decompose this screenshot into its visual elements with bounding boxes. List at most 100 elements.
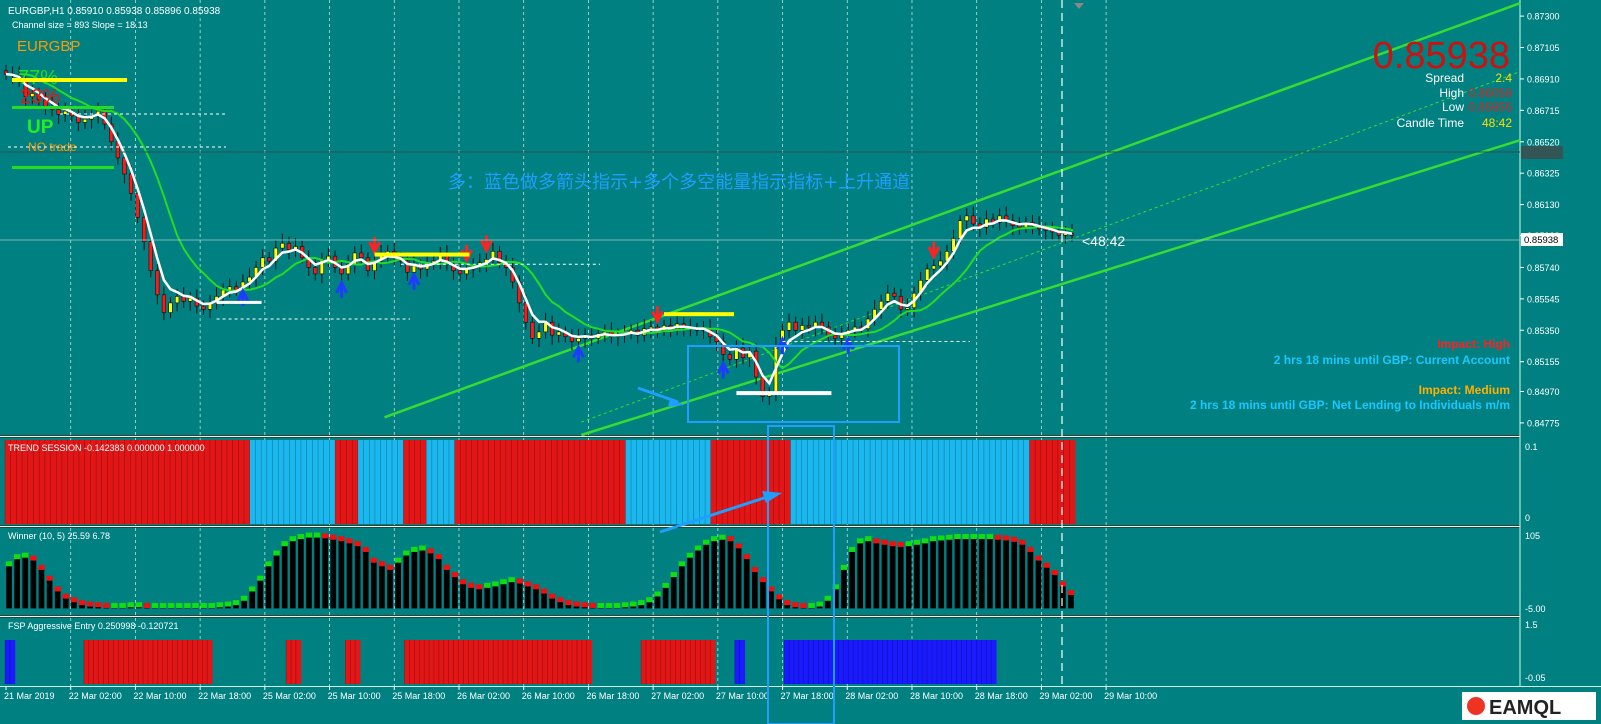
winner-cap	[986, 534, 994, 540]
fsp-bar	[961, 640, 967, 684]
trend-bar	[437, 440, 444, 524]
fsp-bar	[646, 640, 652, 684]
winner-cap	[70, 597, 78, 603]
candle-down	[135, 193, 140, 218]
trend-bar	[847, 440, 854, 524]
fsp-bar	[872, 640, 879, 684]
winner-cap	[954, 534, 961, 540]
trend-bar	[1069, 440, 1076, 524]
trend-bar	[705, 440, 712, 524]
fsp-bar	[133, 640, 139, 684]
trend-bar	[636, 440, 643, 524]
winner-cap	[532, 584, 540, 590]
fsp-bar	[138, 640, 144, 684]
candle-time-label: Candle Time	[1397, 116, 1465, 130]
chart-canvas[interactable]: 0.87300 0.87105 0.86910 0.86715 0.86520 0.863…	[0, 0, 1601, 724]
trend-bar	[232, 440, 239, 524]
winner-bar	[362, 550, 369, 609]
trend-bar	[426, 440, 433, 524]
trend-bar	[522, 440, 530, 524]
fsp-bar	[419, 640, 425, 684]
trend-bar	[431, 440, 438, 524]
winner-cap	[889, 541, 896, 547]
trend-bar	[414, 440, 421, 524]
winner-bar	[1060, 585, 1066, 609]
winner-bar	[419, 549, 426, 609]
level-bar	[736, 391, 832, 396]
winner-cap	[13, 554, 21, 560]
winner-bar	[1003, 539, 1009, 609]
candle-up	[556, 331, 561, 336]
winner-cap	[646, 597, 653, 603]
trend-bar	[1057, 440, 1065, 524]
green-level-bar	[12, 166, 114, 169]
fsp-bar	[991, 640, 997, 684]
fsp-bar	[971, 640, 977, 684]
fsp-panel[interactable]	[0, 618, 1520, 686]
winner-cap	[573, 601, 580, 607]
fsp-bar	[438, 640, 445, 684]
up-level-bar	[12, 78, 127, 82]
trend-bar	[921, 440, 928, 524]
trend-bar	[909, 440, 917, 524]
winner-cap	[540, 588, 548, 594]
fsp-bar	[572, 640, 578, 684]
candle-timer: <48:42	[1082, 233, 1125, 249]
pair-label: EURGBP	[17, 38, 80, 55]
winner-cap	[167, 602, 175, 608]
candle-up	[786, 321, 792, 331]
price-tick-label: 0.87105	[1527, 43, 1560, 53]
trend-bar	[887, 440, 894, 524]
winner-cap	[378, 561, 386, 567]
winner-cap	[783, 600, 791, 606]
trend-bar	[631, 440, 638, 524]
trend-bar	[875, 440, 882, 524]
price-tick-label: 0.86910	[1527, 74, 1560, 84]
time-tick-label: 29 Mar 02:00	[1039, 691, 1092, 701]
fsp-bar	[650, 640, 657, 684]
trend-bar	[818, 440, 825, 524]
price-axis[interactable]	[1520, 0, 1601, 686]
trend-bar	[266, 440, 273, 524]
trend-bar	[448, 440, 456, 524]
fsp-bar	[576, 640, 583, 684]
trend-bar	[949, 440, 956, 524]
winner-cap	[840, 564, 848, 570]
winner-bar	[516, 582, 523, 609]
fsp-bar	[981, 640, 987, 684]
winner-bar	[776, 598, 782, 609]
fsp-bars	[4, 640, 997, 684]
candle-down	[56, 109, 61, 115]
fsp-bar	[202, 640, 208, 684]
level-bar	[374, 252, 470, 257]
trend-bar	[403, 440, 410, 524]
winner-cap	[881, 539, 888, 545]
winner-cap	[62, 593, 70, 599]
winner-cap	[78, 600, 86, 606]
candle-down	[793, 321, 798, 331]
winner-bar	[873, 542, 880, 609]
news-impact: Impact: Medium	[1419, 383, 1510, 397]
winner-bar	[452, 576, 458, 609]
trend-bar	[904, 440, 911, 524]
fsp-bar	[887, 640, 893, 684]
green-level-bar	[12, 106, 114, 109]
trend-bar	[665, 440, 672, 524]
fsp-bar	[527, 640, 534, 684]
fsp-bar	[927, 640, 933, 684]
trend-bar	[693, 440, 700, 524]
candle-down	[359, 252, 364, 259]
winner-bar	[930, 540, 936, 609]
winner-cap	[403, 550, 410, 556]
trend-bar	[892, 440, 899, 524]
winner-bar	[719, 538, 726, 609]
news-impact: Impact: High	[1437, 337, 1510, 351]
winner-cap	[386, 564, 394, 570]
fsp-bar	[443, 640, 450, 684]
trend-bar	[346, 440, 353, 524]
winner-bar	[557, 601, 564, 609]
level-bar	[664, 312, 735, 317]
trend-label: UP	[27, 117, 54, 138]
winner-bar	[962, 538, 969, 609]
winner-bar	[1035, 559, 1042, 609]
